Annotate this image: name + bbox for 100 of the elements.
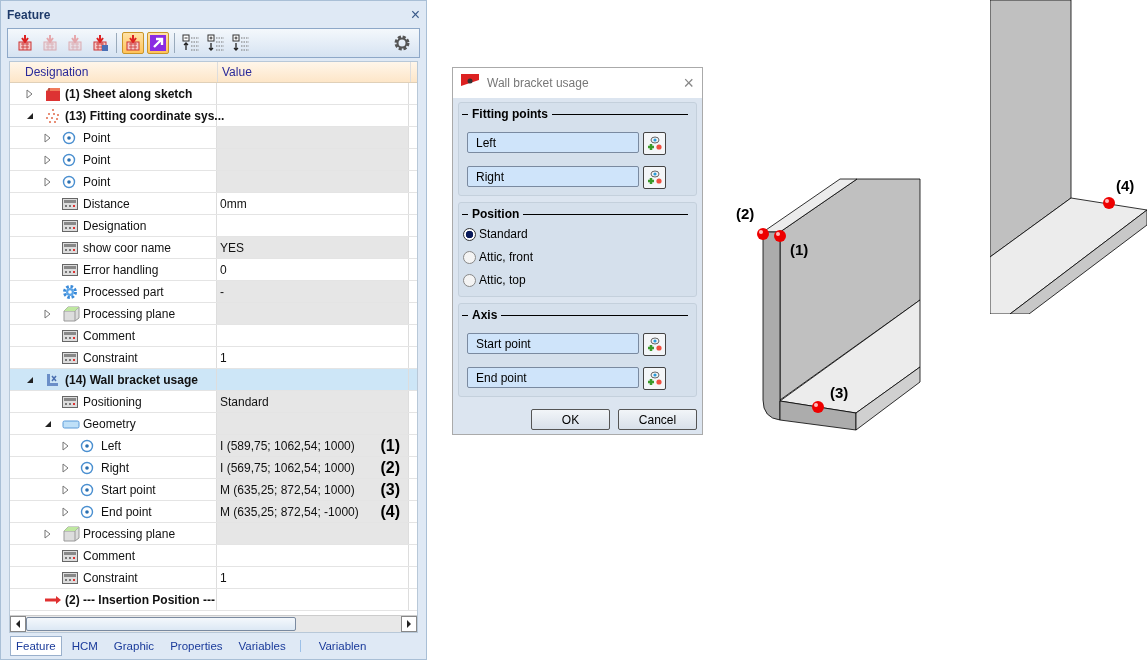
radio-label[interactable]: Standard bbox=[479, 227, 528, 241]
panel-tab[interactable]: Variablen bbox=[312, 636, 373, 656]
tree-row[interactable]: Point bbox=[10, 171, 417, 193]
table-icon bbox=[62, 241, 78, 254]
scrollbar-thumb[interactable] bbox=[26, 617, 296, 631]
callout-number: (1) bbox=[380, 436, 400, 455]
scroll-left-icon[interactable] bbox=[10, 616, 26, 632]
collapse-arrow-icon[interactable] bbox=[44, 419, 52, 428]
expand-arrow-icon[interactable] bbox=[62, 440, 70, 451]
panel-tab[interactable]: Graphic bbox=[107, 636, 161, 656]
pick-button[interactable] bbox=[643, 132, 666, 155]
pick-button[interactable] bbox=[643, 367, 666, 390]
tree-row[interactable]: Distance 0mm bbox=[10, 193, 417, 215]
tree-label: Distance bbox=[83, 196, 130, 211]
value-text: I (589,75; 1062,54; 1000) bbox=[220, 438, 355, 453]
value-text: I (569,75; 1062,54; 1000) bbox=[220, 460, 355, 475]
callout-number: (4) bbox=[380, 502, 400, 521]
close-button[interactable]: × bbox=[683, 72, 694, 94]
point-icon bbox=[62, 174, 76, 189]
value-text: 1 bbox=[220, 350, 227, 365]
radio-button[interactable] bbox=[463, 250, 476, 264]
horizontal-scrollbar[interactable] bbox=[10, 615, 417, 632]
tree-row[interactable]: (2) --- Insertion Position --- bbox=[10, 589, 417, 611]
point-icon bbox=[62, 152, 76, 167]
tree-row[interactable]: Constraint 1 bbox=[10, 567, 417, 589]
point-field[interactable]: End point bbox=[467, 367, 639, 388]
pick-button[interactable] bbox=[643, 333, 666, 356]
callout-label: (4) bbox=[1116, 177, 1135, 194]
scroll-right-icon[interactable] bbox=[401, 616, 417, 632]
value-text: 1 bbox=[220, 570, 227, 585]
settings-icon bbox=[393, 34, 411, 52]
tree-label: Error handling bbox=[83, 262, 159, 277]
point-field[interactable]: Right bbox=[467, 166, 639, 187]
tree-row[interactable]: Comment bbox=[10, 545, 417, 567]
tree-row[interactable]: Geometry bbox=[10, 413, 417, 435]
tree-label: Start point bbox=[101, 482, 156, 497]
tree-row[interactable]: Positioning Standard bbox=[10, 391, 417, 413]
panel-tab[interactable]: HCM bbox=[65, 636, 104, 656]
radio-label[interactable]: Attic, top bbox=[479, 273, 526, 287]
value-text: 0mm bbox=[220, 196, 247, 211]
pick-point-icon bbox=[646, 135, 663, 152]
tree-row[interactable]: Point bbox=[10, 149, 417, 171]
collapse-arrow-icon[interactable] bbox=[26, 111, 34, 120]
tree-expand-icon bbox=[232, 34, 250, 52]
expand-arrow-icon[interactable] bbox=[44, 176, 52, 187]
dialog-button[interactable]: OK bbox=[531, 409, 610, 430]
tree-row[interactable]: Start point M (635,25; 872,54; 1000) (3) bbox=[10, 479, 417, 501]
panel-tab[interactable]: Variables bbox=[232, 636, 292, 656]
toolbar-button[interactable] bbox=[147, 32, 169, 54]
radio-button[interactable] bbox=[463, 227, 476, 241]
point-field[interactable]: Start point bbox=[467, 333, 639, 354]
tree-row[interactable]: (14) Wall bracket usage bbox=[10, 369, 417, 391]
column-header[interactable]: Value bbox=[218, 62, 411, 82]
pick-point-icon bbox=[646, 370, 663, 387]
point-field[interactable]: Left bbox=[467, 132, 639, 153]
tree-row[interactable]: End point M (635,25; 872,54; -1000) (4) bbox=[10, 501, 417, 523]
expand-arrow-icon[interactable] bbox=[26, 88, 34, 99]
tree-row[interactable]: Processing plane bbox=[10, 523, 417, 545]
radio-button[interactable] bbox=[463, 273, 476, 287]
expand-arrow-icon[interactable] bbox=[44, 528, 52, 539]
tree-row[interactable]: Right I (569,75; 1062,54; 1000) (2) bbox=[10, 457, 417, 479]
tree-label: Constraint bbox=[83, 570, 138, 585]
table-icon bbox=[62, 263, 78, 276]
tree-row[interactable]: Point bbox=[10, 127, 417, 149]
callout-label: (2) bbox=[736, 205, 755, 222]
dialog-button[interactable]: Cancel bbox=[618, 409, 697, 430]
close-button[interactable]: × bbox=[410, 5, 420, 24]
tree-row[interactable]: Left I (589,75; 1062,54; 1000) (1) bbox=[10, 435, 417, 457]
panel-tab[interactable]: Properties bbox=[164, 636, 229, 656]
point-icon bbox=[62, 130, 76, 145]
tree-label: (14) Wall bracket usage bbox=[65, 372, 198, 387]
column-header[interactable]: Designation bbox=[10, 62, 218, 82]
tree-row[interactable]: Comment bbox=[10, 325, 417, 347]
expand-arrow-icon[interactable] bbox=[44, 308, 52, 319]
pick-button[interactable] bbox=[643, 166, 666, 189]
tree-row[interactable]: Processed part - bbox=[10, 281, 417, 303]
tree-label: Processing plane bbox=[83, 306, 176, 321]
panel-tab[interactable]: Feature bbox=[10, 636, 62, 656]
collapse-arrow-icon[interactable] bbox=[26, 375, 34, 384]
pick-point-icon bbox=[646, 336, 663, 353]
insert-icon bbox=[16, 34, 34, 52]
tree-label: Constraint bbox=[83, 350, 138, 365]
callout-label: (1) bbox=[790, 241, 809, 258]
expand-arrow-icon[interactable] bbox=[44, 154, 52, 165]
expand-arrow-icon[interactable] bbox=[44, 132, 52, 143]
expand-arrow-icon[interactable] bbox=[62, 506, 70, 517]
radio-label[interactable]: Attic, front bbox=[479, 250, 534, 264]
tree-label: Point bbox=[83, 174, 111, 189]
tree-label: Geometry bbox=[83, 416, 136, 431]
rectangle-icon bbox=[62, 417, 80, 430]
tree-label: Processing plane bbox=[83, 526, 176, 541]
tree-expand-icon bbox=[182, 34, 200, 52]
tree-row[interactable]: show coor name YES bbox=[10, 237, 417, 259]
table-icon bbox=[62, 329, 78, 342]
expand-arrow-icon[interactable] bbox=[62, 462, 70, 473]
tree-label: Positioning bbox=[83, 394, 142, 409]
expand-arrow-icon[interactable] bbox=[62, 484, 70, 495]
tree-row[interactable]: (1) Sheet along sketch bbox=[10, 83, 417, 105]
tree-row[interactable]: Processing plane bbox=[10, 303, 417, 325]
toolbar-button[interactable] bbox=[122, 32, 144, 54]
